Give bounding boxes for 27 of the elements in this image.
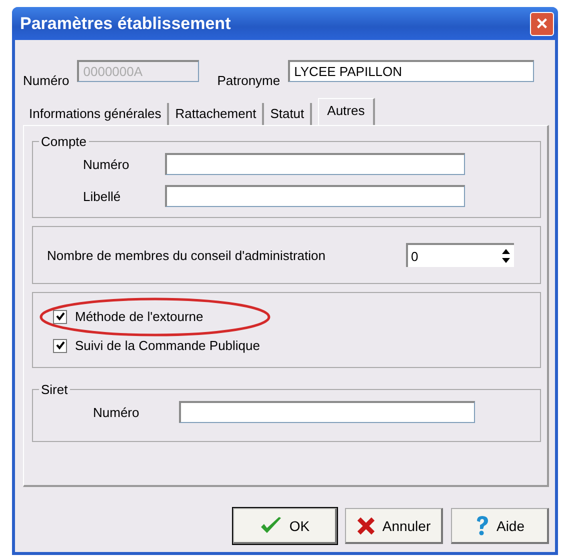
spin-arrows-icon[interactable] (498, 243, 514, 267)
ok-button[interactable]: OK (233, 508, 337, 544)
checkbox-label: Suivi de la Commande Publique (75, 338, 260, 353)
input-field[interactable] (165, 153, 465, 175)
group-title: Siret (40, 382, 69, 397)
question-mark-icon (474, 514, 490, 536)
group-title: Compte (40, 134, 88, 149)
checkbox[interactable] (53, 310, 67, 324)
field-label: Numéro (93, 404, 140, 420)
field-label: Numéro (23, 73, 70, 88)
tab[interactable]: Autres (318, 98, 375, 125)
field-label: Patronyme (217, 73, 280, 88)
input-field[interactable] (165, 185, 465, 207)
checkbox-label: Méthode de l'extourne (75, 309, 204, 324)
close-button[interactable]: × (530, 12, 554, 36)
checkbox[interactable] (53, 338, 67, 352)
input-field[interactable] (179, 401, 475, 423)
cancel-button[interactable]: Annuler (345, 508, 443, 544)
check-icon (259, 516, 284, 536)
field-label: Numéro (83, 156, 130, 172)
help-button[interactable]: Aide (451, 508, 549, 544)
field-label: Libellé (83, 188, 122, 204)
input-field[interactable]: LYCEE PAPILLON (288, 60, 534, 82)
field-label: Nombre de membres du conseil d'administration (47, 248, 326, 262)
window-title: Paramètres établissement (20, 14, 231, 34)
cross-icon (356, 516, 376, 536)
spin-field[interactable]: 0 (406, 243, 498, 267)
